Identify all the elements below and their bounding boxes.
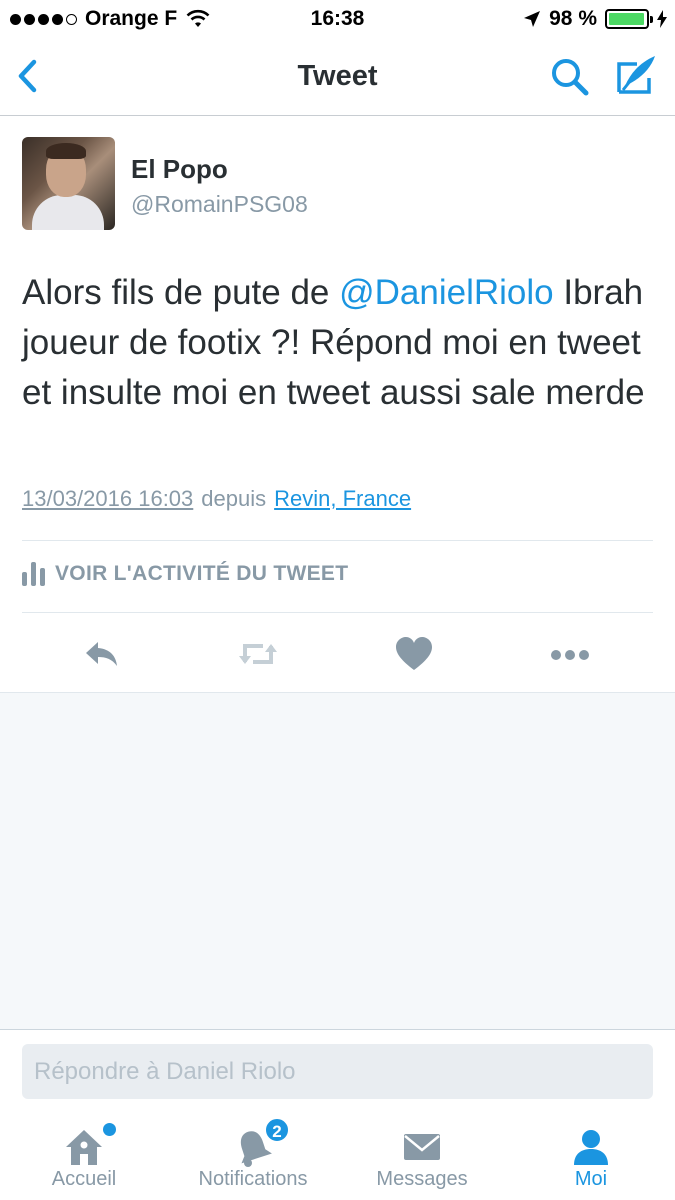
location-arrow-icon [524,11,541,27]
tab-bar: Accueil 2 Notifications Messages Moi [0,1111,675,1200]
view-tweet-activity-button[interactable]: VOIR L'ACTIVITÉ DU TWEET [22,562,348,586]
tab-messages[interactable]: Messages [338,1111,506,1200]
navigation-bar: Tweet [0,38,675,116]
more-options-icon [551,650,589,660]
person-icon [574,1130,608,1165]
tweet-author[interactable]: El Popo @RomainPSG08 [22,137,308,230]
tab-home[interactable]: Accueil [0,1111,168,1200]
retweet-button[interactable] [237,634,277,674]
more-options-button[interactable] [550,634,590,674]
mention-link[interactable]: @DanielRiolo [339,273,554,312]
author-text: El Popo @RomainPSG08 [131,137,308,230]
notification-count-badge: 2 [264,1117,290,1143]
bar-chart-icon [22,562,45,586]
tweet-location-link[interactable]: Revin, France [274,486,411,512]
reply-button[interactable] [82,634,122,674]
compose-tweet-button[interactable] [615,54,657,96]
charging-bolt-icon [657,10,667,28]
via-label: depuis [201,486,267,511]
author-name[interactable]: El Popo [131,154,308,185]
unread-dot [103,1123,116,1136]
search-button[interactable] [549,56,591,98]
tweet-text-part: Alors fils de pute de [22,273,340,312]
like-button[interactable] [394,634,434,674]
reply-bar [0,1031,675,1111]
retweet-icon [239,644,277,664]
tab-notifications[interactable]: 2 Notifications [169,1111,337,1200]
tweet-text: Alors fils de pute de @DanielRiolo Ibrah… [22,268,652,418]
status-right: 98 % [523,7,667,31]
tab-label: Notifications [198,1168,308,1190]
home-icon [66,1130,102,1165]
tab-label: Messages [376,1168,468,1190]
battery-fill [609,13,645,25]
tweet-actions [0,628,675,678]
author-handle[interactable]: @RomainPSG08 [131,191,308,218]
tab-label: Moi [574,1168,608,1190]
battery-icon [605,9,653,29]
compose-tweet-icon [617,56,655,94]
tab-label: Accueil [51,1168,117,1190]
reply-icon [86,642,117,666]
battery-percent: 98 % [549,7,597,30]
divider [22,612,653,613]
tab-me[interactable]: Moi [507,1111,675,1200]
avatar[interactable] [22,137,115,230]
tweet-meta: 13/03/2016 16:03 depuis Revin, France [22,486,411,512]
search-icon [552,59,589,96]
replies-area [0,692,675,1030]
like-heart-icon [396,637,432,670]
tweet-timestamp[interactable]: 13/03/2016 16:03 [22,486,193,512]
reply-input[interactable] [22,1044,653,1099]
status-bar: Orange F 16:38 98 % [0,0,675,38]
envelope-icon [404,1134,440,1160]
activity-label: VOIR L'ACTIVITÉ DU TWEET [55,562,349,585]
divider [22,540,653,541]
